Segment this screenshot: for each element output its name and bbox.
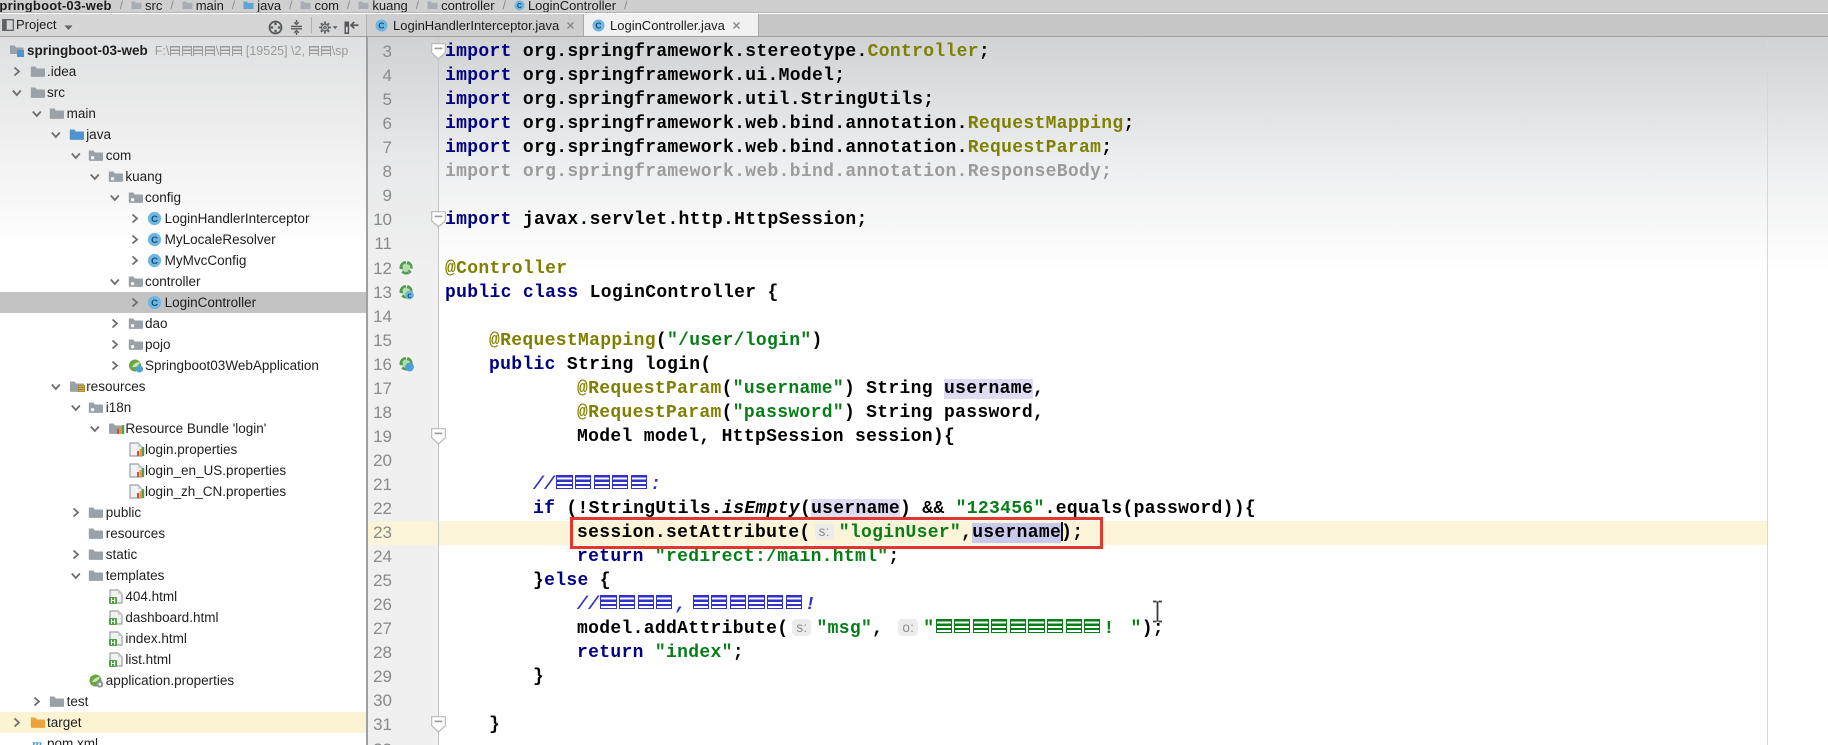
- svg-text:C: C: [378, 20, 384, 30]
- svg-text:C: C: [517, 3, 522, 10]
- svg-text:H: H: [110, 619, 115, 625]
- svg-text:H: H: [110, 598, 115, 604]
- svg-text:c: c: [407, 291, 412, 300]
- svg-text:C: C: [151, 256, 158, 267]
- svg-text:C: C: [151, 298, 158, 309]
- svg-text:H: H: [110, 661, 115, 667]
- svg-text:H: H: [110, 640, 115, 646]
- svg-text:m: m: [32, 736, 42, 745]
- svg-text:C: C: [151, 235, 158, 246]
- svg-text:C: C: [151, 214, 158, 225]
- svg-text:C: C: [595, 20, 601, 30]
